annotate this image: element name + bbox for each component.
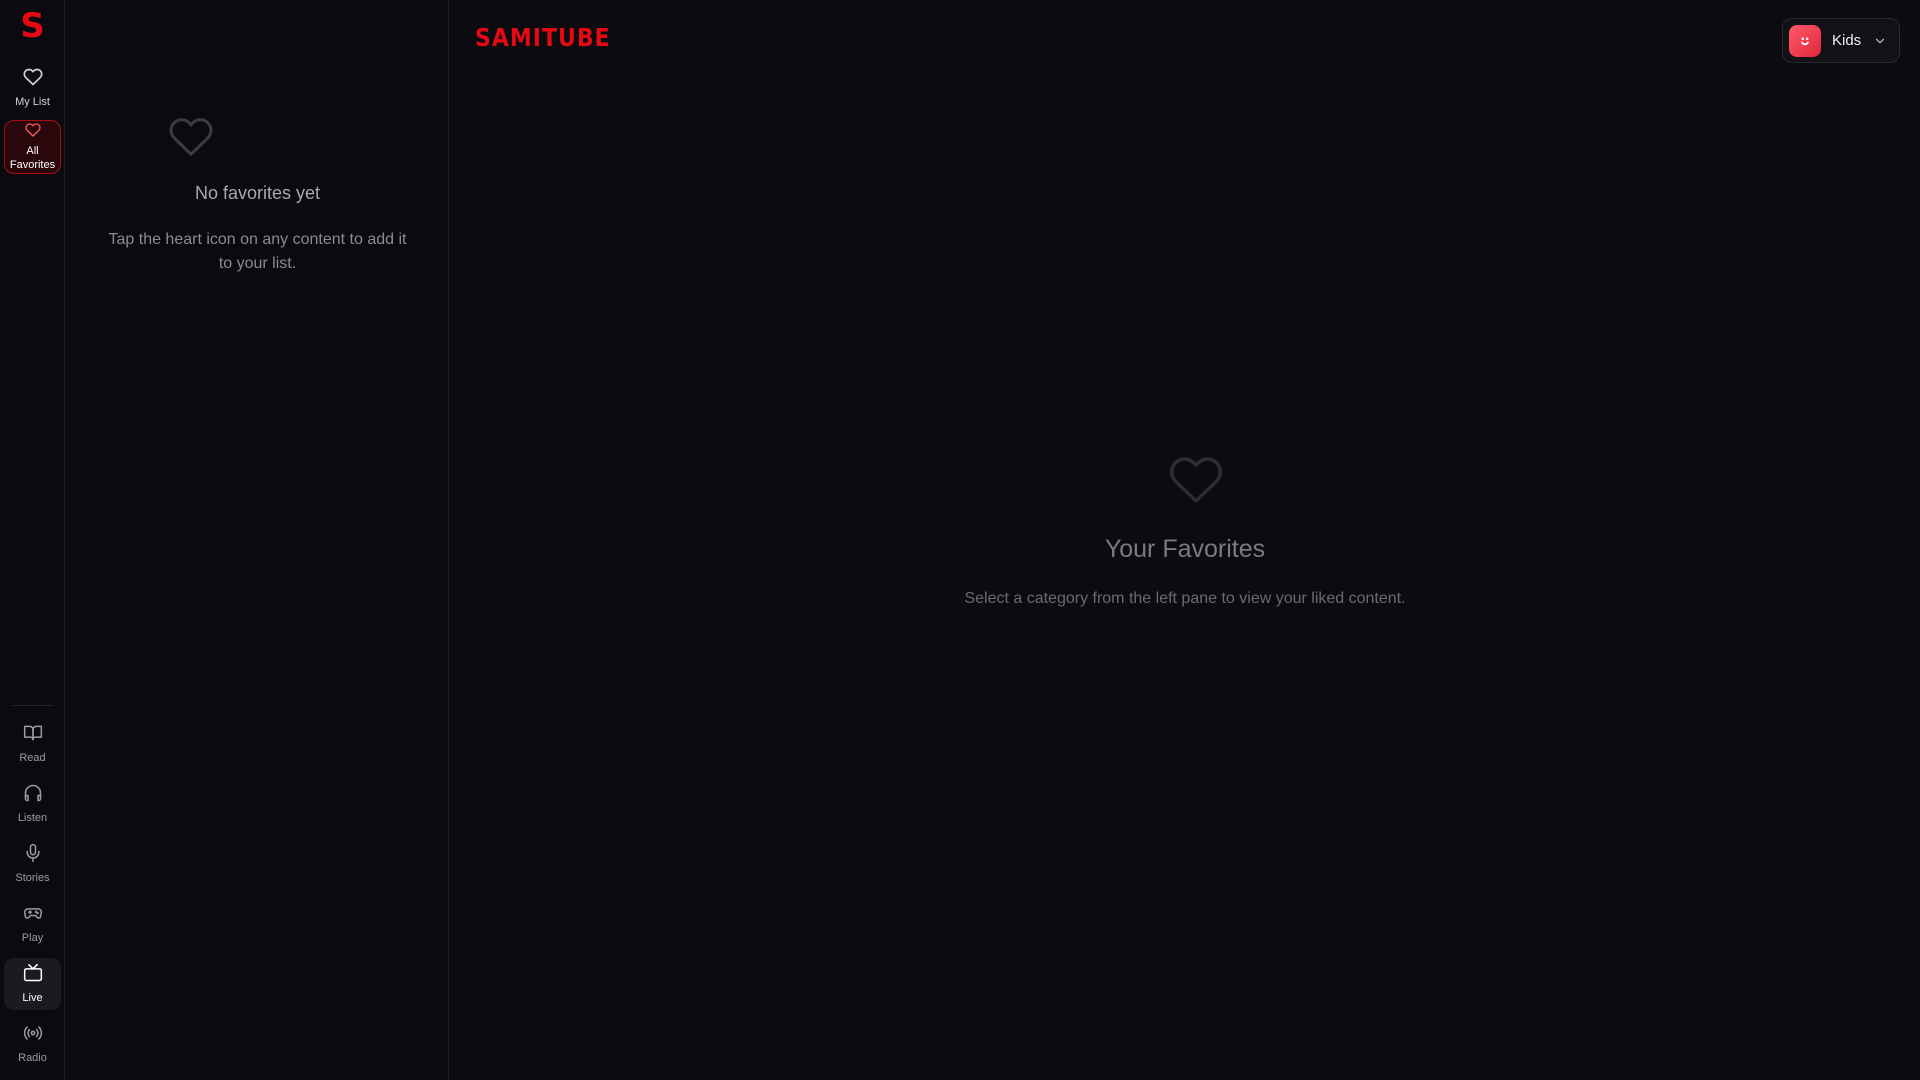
microphone-icon bbox=[23, 843, 43, 868]
rail-divider bbox=[12, 705, 53, 706]
rail-item-radio[interactable]: Radio bbox=[4, 1022, 61, 1066]
rail-item-label: Play bbox=[21, 932, 44, 944]
rail-item-read[interactable]: Read bbox=[4, 722, 61, 766]
brand-logo[interactable]: SAMITUBE bbox=[475, 24, 611, 53]
profile-switcher[interactable]: Kids bbox=[1782, 18, 1900, 63]
app-root: S My List All Favorites Read Listen Stor… bbox=[0, 0, 1920, 1080]
empty-state-subtitle: Tap the heart icon on any content to add… bbox=[108, 231, 407, 272]
gamepad-icon bbox=[23, 903, 43, 928]
headphones-icon bbox=[23, 783, 43, 808]
empty-state-title: No favorites yet bbox=[194, 183, 321, 203]
icon-rail: S My List All Favorites Read Listen Stor… bbox=[0, 0, 65, 1080]
rail-item-label: Read bbox=[19, 752, 46, 764]
avatar bbox=[1789, 24, 1821, 57]
placeholder-subtitle: Select a category from the left pane to … bbox=[964, 590, 1406, 607]
profile-name: Kids bbox=[1832, 32, 1862, 49]
rail-item-live[interactable]: Live bbox=[4, 958, 61, 1010]
rail-item-label: Listen bbox=[17, 812, 48, 824]
main-content: SAMITUBE Kids Your Favorites Select a ca… bbox=[450, 0, 1920, 1080]
rail-item-all-favorites[interactable]: All Favorites bbox=[4, 120, 61, 174]
rail-item-label: Stories bbox=[15, 872, 50, 884]
tv-icon bbox=[23, 963, 43, 988]
favorites-list-pane: No favorites yet Tap the heart icon on a… bbox=[66, 0, 449, 1080]
book-icon bbox=[23, 723, 43, 748]
heart-icon bbox=[1165, 452, 1227, 508]
rail-item-label: My List bbox=[15, 96, 50, 108]
rail-item-my-list[interactable]: My List bbox=[4, 66, 61, 110]
rail-item-play[interactable]: Play bbox=[4, 902, 61, 946]
heart-icon bbox=[23, 67, 43, 92]
rail-item-label: Live bbox=[22, 992, 43, 1004]
rail-item-label: Radio bbox=[18, 1052, 47, 1064]
radio-icon bbox=[23, 1023, 43, 1048]
chevron-down-icon bbox=[1873, 34, 1887, 48]
rail-item-listen[interactable]: Listen bbox=[4, 782, 61, 826]
app-logo[interactable]: S bbox=[0, 6, 65, 46]
heart-icon bbox=[24, 122, 41, 143]
placeholder-title: Your Favorites bbox=[1104, 535, 1266, 563]
heart-icon bbox=[166, 114, 216, 160]
rail-item-stories[interactable]: Stories bbox=[4, 842, 61, 886]
rail-item-label: All Favorites bbox=[9, 145, 56, 171]
